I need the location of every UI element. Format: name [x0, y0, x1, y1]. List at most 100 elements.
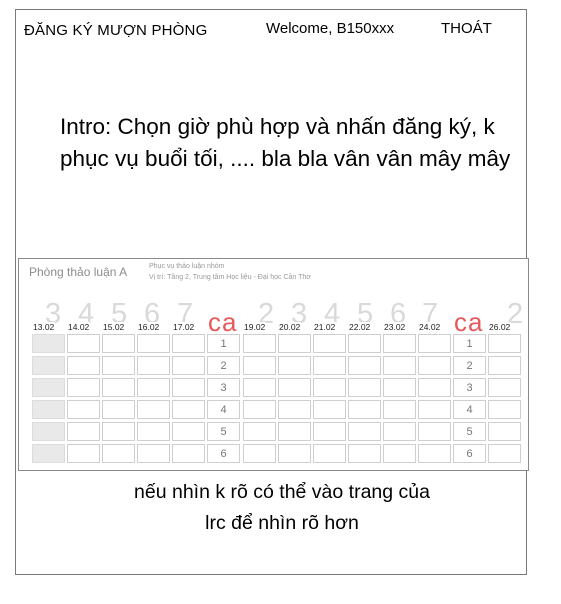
time-slot-cell[interactable] [418, 400, 451, 419]
time-slot-cell[interactable] [172, 444, 205, 463]
time-slot-cell[interactable] [67, 444, 100, 463]
time-slot-cell[interactable] [172, 378, 205, 397]
time-slot-cell[interactable] [172, 334, 205, 353]
time-slot-cell[interactable] [67, 422, 100, 441]
time-slot-cell[interactable] [348, 334, 381, 353]
time-slot-cell[interactable] [278, 422, 311, 441]
day-column [67, 334, 100, 466]
day-column [348, 334, 381, 466]
welcome-user-text: Welcome, B150xxx [266, 20, 395, 37]
time-slot-cell[interactable] [102, 422, 135, 441]
time-slot-cell[interactable] [137, 334, 170, 353]
time-slot-cell[interactable] [488, 334, 521, 353]
date-label: 22.02 [348, 322, 372, 332]
time-slot-cell[interactable] [137, 400, 170, 419]
time-slot-cell[interactable] [313, 422, 346, 441]
time-slot-cell[interactable] [313, 356, 346, 375]
room-schedule-image: Phòng thảo luận A Phục vụ thảo luận nhóm… [18, 258, 529, 471]
time-slot-cell[interactable] [137, 378, 170, 397]
time-slot-cell[interactable] [102, 334, 135, 353]
date-label: 16.02 [137, 322, 161, 332]
time-slot-cell[interactable] [172, 422, 205, 441]
time-slot-cell[interactable] [243, 422, 276, 441]
time-slot-cell[interactable] [313, 334, 346, 353]
time-slot-cell[interactable] [348, 400, 381, 419]
time-slot-cell[interactable] [383, 444, 416, 463]
day-column [102, 334, 135, 466]
time-slot-cell[interactable] [137, 356, 170, 375]
time-slot-cell[interactable] [348, 356, 381, 375]
time-slot-cell[interactable] [278, 400, 311, 419]
time-slot-cell[interactable] [102, 378, 135, 397]
time-slot-cell[interactable] [243, 444, 276, 463]
time-slot-cell[interactable] [488, 400, 521, 419]
slot-number-column: 1 2 3 4 5 6 [453, 334, 486, 466]
time-slot-cell[interactable] [313, 400, 346, 419]
time-slot-cell[interactable] [243, 356, 276, 375]
time-slot-cell[interactable] [313, 378, 346, 397]
slot-number: 6 [453, 444, 486, 463]
time-slot-cell[interactable] [348, 422, 381, 441]
time-slot-cell[interactable] [418, 422, 451, 441]
time-slot-cell[interactable] [32, 422, 65, 441]
time-slot-cell[interactable] [67, 334, 100, 353]
time-slot-cell[interactable] [102, 400, 135, 419]
time-slot-cell[interactable] [488, 422, 521, 441]
time-slot-cell[interactable] [348, 378, 381, 397]
time-slot-cell[interactable] [418, 378, 451, 397]
time-slot-cell[interactable] [32, 400, 65, 419]
time-slot-cell[interactable] [348, 444, 381, 463]
day-column [32, 334, 65, 466]
time-slot-cell[interactable] [278, 356, 311, 375]
time-slot-cell[interactable] [418, 356, 451, 375]
time-slot-cell[interactable] [313, 444, 346, 463]
time-slot-cell[interactable] [32, 334, 65, 353]
time-slot-cell[interactable] [278, 378, 311, 397]
time-slot-cell[interactable] [488, 444, 521, 463]
time-slot-cell[interactable] [32, 378, 65, 397]
time-slot-cell[interactable] [172, 400, 205, 419]
time-slot-cell[interactable] [102, 356, 135, 375]
day-column [488, 334, 521, 466]
date-label: 23.02 [383, 322, 407, 332]
time-slot-cell[interactable] [488, 378, 521, 397]
slot-number: 2 [207, 356, 240, 375]
time-slot-cell[interactable] [137, 422, 170, 441]
time-slot-cell[interactable] [488, 356, 521, 375]
day-column [172, 334, 205, 466]
time-slot-cell[interactable] [32, 444, 65, 463]
day-column [137, 334, 170, 466]
time-slot-cell[interactable] [383, 356, 416, 375]
time-slot-cell[interactable] [418, 334, 451, 353]
day-column [383, 334, 416, 466]
time-slot-cell[interactable] [243, 400, 276, 419]
time-slot-cell[interactable] [137, 444, 170, 463]
date-label: 21.02 [313, 322, 337, 332]
logout-link[interactable]: THOÁT [441, 20, 492, 37]
date-label: 13.02 [32, 322, 56, 332]
time-slot-cell[interactable] [172, 356, 205, 375]
time-slot-cell[interactable] [278, 444, 311, 463]
time-slot-cell[interactable] [383, 400, 416, 419]
time-slot-cell[interactable] [383, 378, 416, 397]
time-slot-cell[interactable] [67, 378, 100, 397]
time-slot-cell[interactable] [243, 334, 276, 353]
room-name: Phòng thảo luận A [29, 265, 128, 279]
time-slot-cell[interactable] [418, 444, 451, 463]
slot-number-column: 1 2 3 4 5 6 [207, 334, 240, 466]
day-column [243, 334, 276, 466]
day-column [418, 334, 451, 466]
slot-header-ca: ca [208, 307, 238, 337]
time-slot-cell[interactable] [32, 356, 65, 375]
time-slot-cell[interactable] [67, 356, 100, 375]
time-slot-cell[interactable] [67, 400, 100, 419]
time-slot-cell[interactable] [383, 334, 416, 353]
slot-number: 5 [207, 422, 240, 441]
slot-number: 4 [207, 400, 240, 419]
time-slot-cell[interactable] [278, 334, 311, 353]
time-slot-cell[interactable] [102, 444, 135, 463]
slot-header-ca: ca [454, 307, 484, 337]
time-slot-cell[interactable] [383, 422, 416, 441]
date-label: 20.02 [278, 322, 302, 332]
time-slot-cell[interactable] [243, 378, 276, 397]
